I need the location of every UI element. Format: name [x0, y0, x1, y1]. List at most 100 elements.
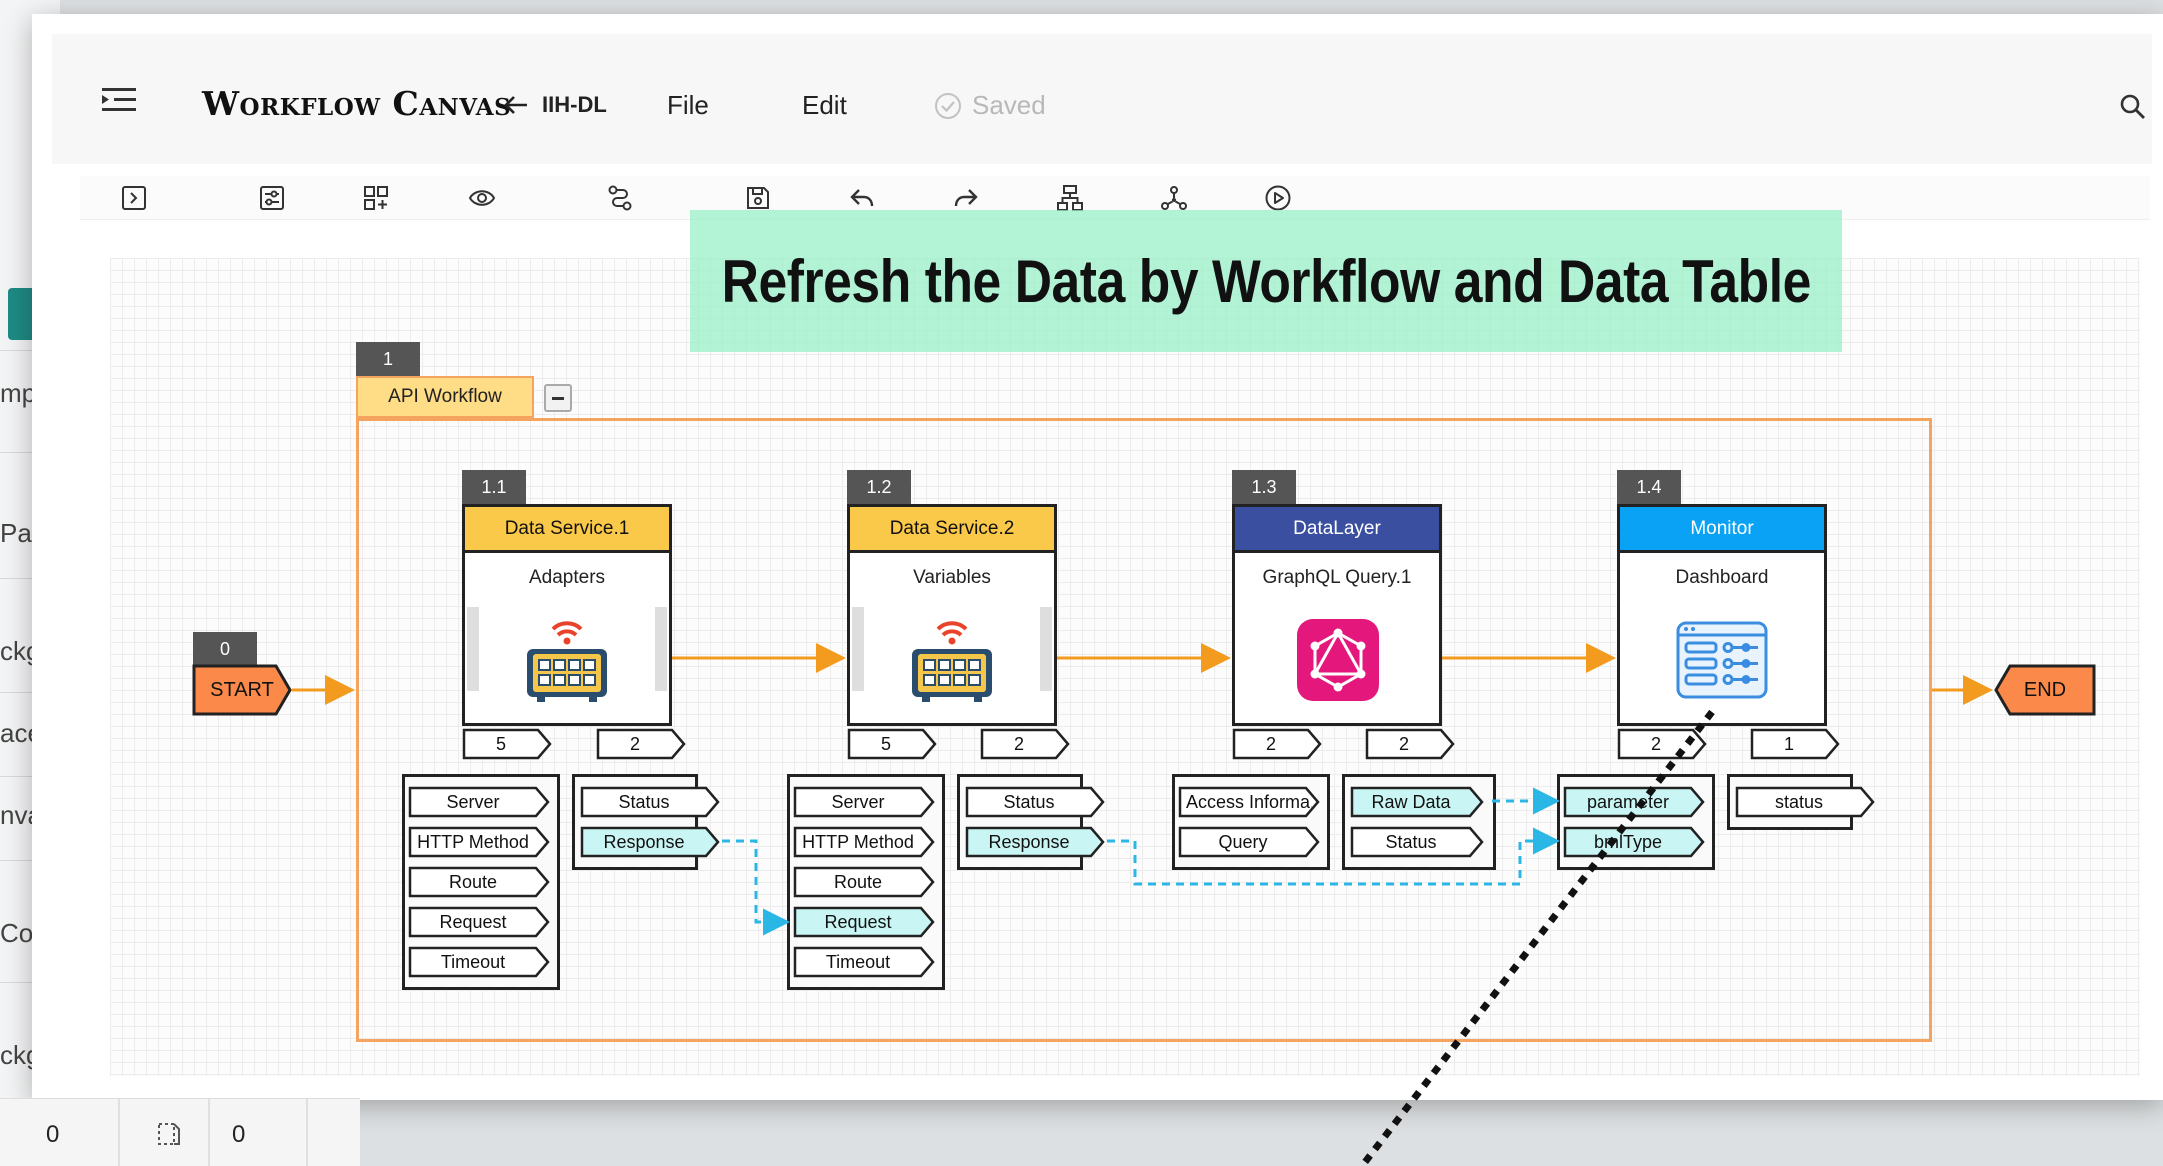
- group-title[interactable]: API Workflow: [356, 376, 534, 418]
- end-label: END: [2023, 678, 2067, 701]
- start-label: START: [210, 678, 274, 701]
- undo-icon[interactable]: [848, 184, 876, 212]
- node-title: Monitor: [1620, 507, 1824, 553]
- input-count[interactable]: 5: [847, 728, 937, 760]
- output-count[interactable]: 2: [596, 728, 686, 760]
- input-port-label: Timeout: [825, 951, 891, 972]
- output-port-label: Raw Data: [1371, 791, 1451, 812]
- menu-icon[interactable]: [102, 86, 136, 114]
- input-port[interactable]: Route: [408, 866, 550, 898]
- saved-status: Saved: [934, 90, 1046, 121]
- input-port[interactable]: Request: [408, 906, 550, 938]
- menu-edit[interactable]: Edit: [802, 90, 847, 121]
- status-value: 0: [46, 1121, 60, 1148]
- network-icon[interactable]: [1160, 184, 1188, 212]
- output-port[interactable]: Status: [1350, 826, 1484, 858]
- output-port[interactable]: Status: [965, 786, 1105, 818]
- input-port-label: Route: [448, 871, 498, 892]
- input-port[interactable]: Server: [408, 786, 550, 818]
- input-port[interactable]: HTTP Method: [408, 826, 550, 858]
- output-port-label: status: [1774, 791, 1824, 812]
- node-datalayer[interactable]: DataLayer GraphQL Query.1: [1232, 504, 1442, 726]
- input-port-label: parameter: [1586, 791, 1670, 812]
- divider: [118, 1099, 120, 1166]
- arrow-left-icon: [504, 96, 527, 114]
- graphql-icon: [1297, 619, 1379, 701]
- hierarchy-icon[interactable]: [1056, 184, 1084, 212]
- dashboard-icon: [1676, 621, 1768, 701]
- output-port-label: Response: [988, 831, 1070, 852]
- input-port[interactable]: Server: [793, 786, 935, 818]
- status-value: 0: [232, 1121, 246, 1148]
- node-side-bar: [467, 607, 479, 691]
- input-port[interactable]: Route: [793, 866, 935, 898]
- input-port-label: Route: [833, 871, 883, 892]
- saved-status-label: Saved: [972, 90, 1046, 120]
- output-port-label: Status: [1385, 831, 1437, 852]
- node-side-bar: [1040, 607, 1052, 691]
- node-subtitle: Dashboard: [1675, 567, 1769, 588]
- node-subtitle: Variables: [913, 567, 991, 588]
- app-title: Workflow Canvas: [202, 84, 512, 123]
- divider: [208, 1099, 210, 1166]
- node-data-service-2[interactable]: Data Service.2 Variables: [847, 504, 1057, 726]
- output-port[interactable]: Response: [580, 826, 720, 858]
- screenshot-stage: mp Pag ckg ace nva Cor ckg Workflow Canv…: [0, 0, 2163, 1166]
- input-port[interactable]: Timeout: [793, 946, 935, 978]
- top-bar: Workflow Canvas IIH-DL File Edit Saved: [52, 34, 2152, 164]
- collapse-icon[interactable]: [544, 384, 572, 412]
- node-title: DataLayer: [1235, 507, 1439, 553]
- eye-icon[interactable]: [468, 184, 496, 212]
- output-count[interactable]: 2: [980, 728, 1070, 760]
- output-port[interactable]: status: [1735, 786, 1875, 818]
- output-port[interactable]: Status: [580, 786, 720, 818]
- route-icon[interactable]: [606, 184, 634, 212]
- input-port[interactable]: Request: [793, 906, 935, 938]
- menu-file[interactable]: File: [667, 90, 709, 121]
- check-circle-icon: [935, 92, 961, 119]
- input-port-label: Query: [1218, 831, 1268, 852]
- input-port[interactable]: Query: [1178, 826, 1320, 858]
- back-link[interactable]: IIH-DL: [504, 92, 607, 118]
- input-count[interactable]: 5: [462, 728, 552, 760]
- node-monitor[interactable]: Monitor Dashboard: [1617, 504, 1827, 726]
- node-data-service-1[interactable]: Data Service.1 Adapters: [462, 504, 672, 726]
- output-port[interactable]: Response: [965, 826, 1105, 858]
- input-port-label: HTTP Method: [417, 831, 529, 852]
- layout-grid-icon[interactable]: [362, 184, 390, 212]
- banner: Refresh the Data by Workflow and Data Ta…: [690, 210, 1842, 352]
- output-port-label: Status: [618, 791, 670, 812]
- search-icon[interactable]: [2120, 94, 2146, 125]
- node-number: 1.3: [1232, 470, 1296, 504]
- output-count[interactable]: 1: [1750, 728, 1840, 760]
- divider: [306, 1099, 308, 1166]
- node-number: 1.2: [847, 470, 911, 504]
- input-port-label: Access Informa...: [1186, 791, 1312, 812]
- node-side-bar: [852, 607, 864, 691]
- redo-icon[interactable]: [952, 184, 980, 212]
- banner-text: Refresh the Data by Workflow and Data Ta…: [721, 247, 1811, 315]
- input-port-label: Request: [824, 911, 892, 932]
- input-count[interactable]: 2: [1617, 728, 1707, 760]
- properties-icon[interactable]: [258, 184, 286, 212]
- input-port[interactable]: bmlType: [1563, 826, 1705, 858]
- start-number: 0: [193, 632, 257, 666]
- end-terminal[interactable]: END: [1994, 664, 2096, 716]
- node-side-bar: [655, 607, 667, 691]
- output-port-label: Response: [603, 831, 685, 852]
- output-count[interactable]: 2: [1365, 728, 1455, 760]
- save-icon[interactable]: [744, 184, 772, 212]
- control-panel-icon: [908, 615, 996, 703]
- input-port[interactable]: parameter: [1563, 786, 1705, 818]
- selection-icon[interactable]: [156, 1121, 182, 1154]
- status-bar: 0 0: [0, 1098, 360, 1166]
- input-port[interactable]: HTTP Method: [793, 826, 935, 858]
- node-number: 1.4: [1617, 470, 1681, 504]
- input-port[interactable]: Access Informa...: [1178, 786, 1320, 818]
- output-port[interactable]: Raw Data: [1350, 786, 1484, 818]
- input-port[interactable]: Timeout: [408, 946, 550, 978]
- input-count[interactable]: 2: [1232, 728, 1322, 760]
- play-icon[interactable]: [1264, 184, 1292, 212]
- start-terminal[interactable]: START: [192, 664, 292, 716]
- console-icon[interactable]: [120, 184, 148, 212]
